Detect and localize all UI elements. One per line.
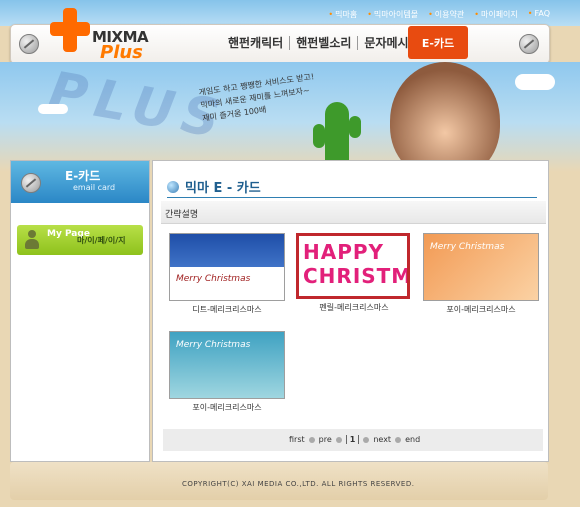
nav-character[interactable]: 핸펀캐릭터: [222, 36, 291, 50]
cloud-icon: [38, 104, 68, 114]
ecard-item[interactable]: Merry Christmas 포이-메리크리스마스: [423, 233, 539, 315]
thumb-text: Merry Christmas: [430, 242, 505, 252]
ecard-thumbnail[interactable]: HAPPY CHRISTMAS: [296, 233, 410, 299]
left-sidebar: E-카드 email card My Page 마/이/페/이/지: [10, 160, 150, 462]
ecard-menu-subtitle: email card: [73, 183, 116, 192]
mypage-button[interactable]: My Page 마/이/페/이/지: [17, 225, 143, 255]
ecard-thumbnail[interactable]: Merry Christmas: [423, 233, 539, 301]
site-logo[interactable]: MIXMA Plus: [50, 4, 160, 63]
pager-page-current[interactable]: 1: [345, 435, 360, 444]
ecard-caption[interactable]: 펜릴-메리크리스마스: [296, 302, 412, 313]
title-divider: [167, 197, 537, 198]
main-content: 믹마 E - 카드 간략설명 Merry Christmas 디트-메리크리스마…: [152, 160, 549, 462]
ecard-thumbnail[interactable]: Merry Christmas: [169, 233, 285, 301]
link-mixma-home[interactable]: 믹마홈: [328, 9, 357, 20]
link-faq[interactable]: FAQ: [528, 9, 551, 20]
nav-ecard-active[interactable]: E-카드: [408, 26, 468, 59]
description-label: 간략설명: [165, 210, 199, 220]
screw-icon: [21, 173, 41, 193]
screw-icon: [19, 34, 39, 54]
ecard-thumbnail[interactable]: Merry Christmas: [169, 331, 285, 399]
plus-logo-icon: [50, 8, 90, 52]
logo-text-plus: Plus: [100, 42, 143, 63]
ecard-caption[interactable]: 포이-메리크리스마스: [423, 304, 539, 315]
end-arrow-icon[interactable]: [395, 436, 402, 443]
user-icon: [25, 230, 39, 250]
pager-next[interactable]: next: [373, 435, 391, 444]
copyright: COPYRIGHT(C) XAI MEDIA CO.,LTD. ALL RIGH…: [182, 480, 415, 488]
top-links: 믹마홈 믹마아이템몰 이용약관 마이페이지 FAQ: [328, 9, 550, 20]
first-arrow-icon[interactable]: [308, 436, 315, 443]
link-mypage[interactable]: 마이페이지: [474, 9, 518, 20]
screw-icon: [519, 34, 539, 54]
bullet-icon: [167, 180, 179, 193]
link-terms[interactable]: 이용약관: [428, 9, 464, 20]
pager-end[interactable]: end: [405, 435, 420, 444]
ecard-menu-header[interactable]: E-카드 email card: [11, 161, 149, 203]
thumb-text: HAPPY CHRISTMAS: [303, 240, 407, 288]
prev-arrow-icon[interactable]: [335, 436, 342, 443]
main-nav: 핸펀캐릭터 핸펀벨소리 문자메시지: [222, 36, 426, 50]
pagination: first pre 1 next end: [163, 429, 543, 451]
nav-ringtone[interactable]: 핸펀벨소리: [290, 36, 359, 50]
link-item-mall[interactable]: 믹마아이템몰: [367, 9, 418, 20]
hero-slogan: 게임도 하고 쨍쨍한 서비스도 받고! 믹마의 새로운 재미를 느껴보자~ 재미…: [198, 70, 319, 125]
description-bar: 간략설명: [161, 201, 546, 224]
page-title-text: 믹마 E - 카드: [185, 181, 261, 196]
ecard-item[interactable]: Merry Christmas 디트-메리크리스마스: [169, 233, 285, 315]
ecard-item[interactable]: Merry Christmas 포이-메리크리스마스: [169, 331, 285, 413]
mascot-character-icon: [390, 62, 500, 172]
ecard-menu-title: E-카드: [65, 169, 101, 183]
hero-banner: PLUS 게임도 하고 쨍쨍한 서비스도 받고! 믹마의 새로운 재미를 느껴보…: [0, 62, 580, 172]
thumb-text: Merry Christmas: [176, 340, 251, 350]
mypage-sub: 마/이/페/이/지: [77, 236, 126, 245]
thumb-text: Merry Christmas: [176, 274, 251, 284]
ecard-caption[interactable]: 디트-메리크리스마스: [169, 304, 285, 315]
cloud-icon: [515, 74, 555, 90]
page-title: 믹마 E - 카드: [167, 177, 261, 196]
pager-first[interactable]: first: [289, 435, 305, 444]
pager-pre[interactable]: pre: [319, 435, 332, 444]
ecard-item[interactable]: HAPPY CHRISTMAS 펜릴-메리크리스마스: [296, 233, 412, 313]
footer: COPYRIGHT(C) XAI MEDIA CO.,LTD. ALL RIGH…: [10, 462, 548, 500]
next-arrow-icon[interactable]: [363, 436, 370, 443]
ecard-caption[interactable]: 포이-메리크리스마스: [169, 402, 285, 413]
